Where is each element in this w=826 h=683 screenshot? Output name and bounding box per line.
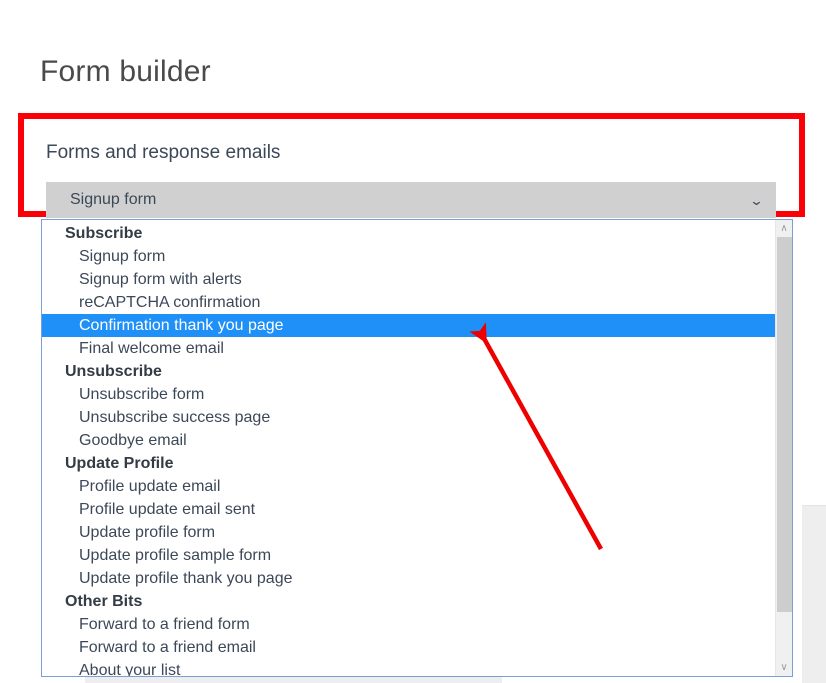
option-group-label: Unsubscribe [65, 363, 162, 380]
dropdown-option[interactable]: Unsubscribe success page [42, 406, 775, 429]
select-value: Signup form [70, 191, 157, 208]
dropdown-option[interactable]: Profile update email [42, 475, 775, 498]
dropdown-option[interactable]: Signup form [42, 245, 775, 268]
dropdown-option[interactable]: Update profile sample form [42, 544, 775, 567]
dropdown-option[interactable]: reCAPTCHA confirmation [42, 291, 775, 314]
dropdown-option[interactable]: About your list [42, 659, 775, 676]
page-title: Form builder [40, 55, 211, 89]
dropdown-option[interactable]: Forward to a friend email [42, 636, 775, 659]
dropdown-option[interactable]: Update profile thank you page [42, 567, 775, 590]
dropdown-option[interactable]: Unsubscribe form [42, 383, 775, 406]
option-group-label: Update Profile [65, 455, 174, 472]
dropdown-option[interactable]: Final welcome email [42, 337, 775, 360]
option-group-label: Other Bits [65, 593, 143, 610]
forms-and-response-emails-card: Forms and response emails Signup form ⌄ [18, 113, 805, 218]
chevron-down-icon: ⌄ [749, 192, 764, 208]
forms-and-response-emails-select[interactable]: Signup form ⌄ [46, 182, 776, 218]
option-group-label: Subscribe [65, 225, 143, 242]
dropdown-options-container: Subscribe Signup form Signup form with ale… [42, 220, 775, 676]
dropdown-scrollbar[interactable]: ∧ ∨ [775, 220, 792, 676]
dropdown-option[interactable]: Forward to a friend form [42, 613, 775, 636]
scroll-down-arrow-icon[interactable]: ∨ [776, 659, 792, 676]
dropdown-option[interactable]: Goodbye email [42, 429, 775, 452]
forms-and-response-emails-label: Forms and response emails [46, 142, 281, 163]
forms-dropdown-list[interactable]: Subscribe Signup form Signup form with ale… [41, 219, 793, 677]
dropdown-option[interactable]: Update profile form [42, 521, 775, 544]
dropdown-option[interactable]: Confirmation thank you page [42, 314, 775, 337]
background-panel-right [802, 505, 826, 683]
dropdown-option[interactable]: Signup form with alerts [42, 268, 775, 291]
scrollbar-thumb[interactable] [777, 237, 792, 612]
scroll-up-arrow-icon[interactable]: ∧ [776, 220, 792, 237]
dropdown-option[interactable]: Profile update email sent [42, 498, 775, 521]
